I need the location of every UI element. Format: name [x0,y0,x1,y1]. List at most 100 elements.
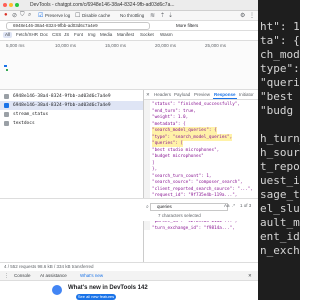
download-icon[interactable]: ⇣ [168,12,173,19]
network-toolbar: ● ⊘ ⛉ ⌕ ☑ Preserve log ☐ Disable cache N… [0,11,258,21]
timeline-overview[interactable]: 5,000 ms 10,000 ms 15,000 ms 20,000 ms 2… [0,41,258,90]
fetch-icon [4,94,9,99]
type-tab-font[interactable]: Font [72,32,85,38]
timeline-label: 25,000 ms [205,43,227,48]
close-detail-icon[interactable]: ✕ [146,92,150,98]
request-name: 6948e146-38a4-8324-9fbb-ad03d6c7a4e9 [13,103,111,108]
chrome-devtools-logo-icon [52,285,62,295]
type-tab-manifest[interactable]: Manifest [115,32,136,38]
tab-ai-assistance[interactable]: AI assistance [40,273,67,278]
match-case-button[interactable]: Aa [224,203,230,208]
tab-headers[interactable]: Headers [154,92,171,97]
tab-whats-new[interactable]: What's new [80,273,103,278]
request-summary: 4 / 552 requests 98.6 kB / 334 kB transf… [4,264,94,269]
whats-new-panel: What's new in DevTools 142 See all new f… [0,281,258,300]
timeline-label: 15,000 ms [105,43,127,48]
type-filter-bar: All Fetch/XHR Doc CSS JS Font Img Media … [0,31,258,41]
timeline-label: 10,000 ms [55,43,77,48]
window-title: DevTools - chatgpt.com/c/6948e146-38a4-8… [30,2,175,8]
side-code-line: type": "s [260,62,300,75]
throttling-select[interactable]: No throttling [120,13,144,18]
match-count: 1 of 3 [240,203,252,208]
minimize-window-button[interactable] [9,3,13,7]
side-code-line: n_exchan [260,244,300,257]
fetch-icon [4,103,9,108]
record-icon[interactable]: ● [4,12,8,18]
close-window-button[interactable] [3,3,7,7]
side-code-line: "best [260,90,294,103]
type-tab-fetch-xhr[interactable]: Fetch/XHR [14,32,40,38]
search-panel: ⌕ queries Aa .* 1 of 3 7 characters sele… [0,198,258,221]
more-options-icon[interactable]: ⋮ [249,12,255,19]
code-line: "turn_exchange_id": "f9814a...", [152,225,235,231]
type-tab-js[interactable]: JS [62,32,71,38]
document-icon [4,121,9,126]
type-tab-media[interactable]: Media [98,32,114,38]
drawer-menu-icon[interactable]: ⋮ [4,273,9,279]
timeline-label: 20,000 ms [155,43,177,48]
side-code-line: ta": { [260,34,300,47]
request-detail-pane: ✕ Headers Payload Preview Response Initi… [144,90,258,262]
wifi-icon[interactable]: ≋ [150,12,155,19]
settings-icon[interactable]: ⚙ [240,12,245,19]
disable-cache-checkbox[interactable]: ☐ [75,12,80,19]
code-line: "budget microphones" [152,154,204,159]
type-tab-all[interactable]: All [3,32,13,38]
side-code-line: t_report [260,160,300,173]
side-code-line: ault_mod [260,216,300,229]
preserve-log-label: Preserve log [45,13,71,18]
disable-cache-label: Disable cache [82,13,111,18]
timeline-request-bar [4,65,7,67]
tab-initiator[interactable]: Initiator [239,92,254,97]
side-code-line: "budg [260,104,294,117]
request-row-selected[interactable]: 6948e146-38a4-8324-9fbb-ad03d6c7a4e9 [0,101,143,110]
side-code-line: ht": 1.0, [260,20,300,33]
side-code-line: el_slug" [260,202,300,215]
fetch-icon [4,112,9,117]
request-name: 6948e146-38a4-8324-9fbb-ad03d6c7a4e9 [13,94,111,99]
close-drawer-icon[interactable]: ✕ [248,273,252,279]
request-list: 6948e146-38a4-8324-9fbb-ad03d6c7a4e9 694… [0,90,143,262]
preserve-log-checkbox[interactable]: ☑ [38,12,43,19]
request-row[interactable]: 6948e146-38a4-8324-9fbb-ad03d6c7a4e9 [0,92,143,101]
request-row[interactable]: stream_status [0,110,143,119]
maximize-window-button[interactable] [15,3,19,7]
side-code-line: sage_typ [260,188,300,201]
filter-input[interactable]: 6948e146-38a4-8324-9fbb-ad03d6c7a4e9 [6,22,150,30]
tab-preview[interactable]: Preview [194,92,210,97]
filter-bar: 6948e146-38a4-8324-9fbb-ad03d6c7a4e9 Mor… [0,21,258,31]
regex-button[interactable]: .* [232,203,235,208]
whats-new-title: What's new in DevTools 142 [68,285,148,291]
tab-console[interactable]: Console [14,273,31,278]
filter-icon[interactable]: ⛉ [20,12,25,19]
clear-icon[interactable]: ⊘ [12,12,17,19]
tab-payload[interactable]: Payload [174,92,190,97]
active-tab-indicator [213,98,237,99]
side-code-editor: ht": 1.0,ta": {ch_model_type": "s"querie… [258,0,300,300]
type-tab-socket[interactable]: Socket [138,32,156,38]
side-code-line: h_turn_c [260,132,300,145]
request-name: stream_status [13,112,49,117]
side-code-line: "queries" [260,76,300,89]
timeline-label: 5,000 ms [6,43,25,48]
request-row[interactable]: textdocs [0,119,143,128]
drawer-tabs: ⋮ Console AI assistance What's new ✕ [0,271,258,281]
timeline-request-bar [6,69,8,71]
side-code-line: ent_id": [260,230,300,243]
more-filters-button[interactable]: More filters [176,23,198,28]
upload-icon[interactable]: ⇡ [160,12,165,19]
title-bar: DevTools - chatgpt.com/c/6948e146-38a4-8… [0,0,258,11]
search-icon: ⌕ [146,204,149,210]
side-code-line: uest_id" [260,174,300,187]
request-name: textdocs [13,121,35,126]
search-icon[interactable]: ⌕ [28,12,31,19]
type-tab-doc[interactable]: Doc [38,32,50,38]
tab-response[interactable]: Response [214,92,236,97]
devtools-window: DevTools - chatgpt.com/c/6948e146-38a4-8… [0,0,258,300]
search-input[interactable]: queries [150,203,228,211]
selection-status: 7 characters selected [158,213,201,218]
type-tab-wasm[interactable]: Wasm [158,32,175,38]
side-code-line: h_source [260,146,300,159]
see-all-features-button[interactable]: See all new features [76,294,116,300]
type-tab-img[interactable]: Img [86,32,98,38]
